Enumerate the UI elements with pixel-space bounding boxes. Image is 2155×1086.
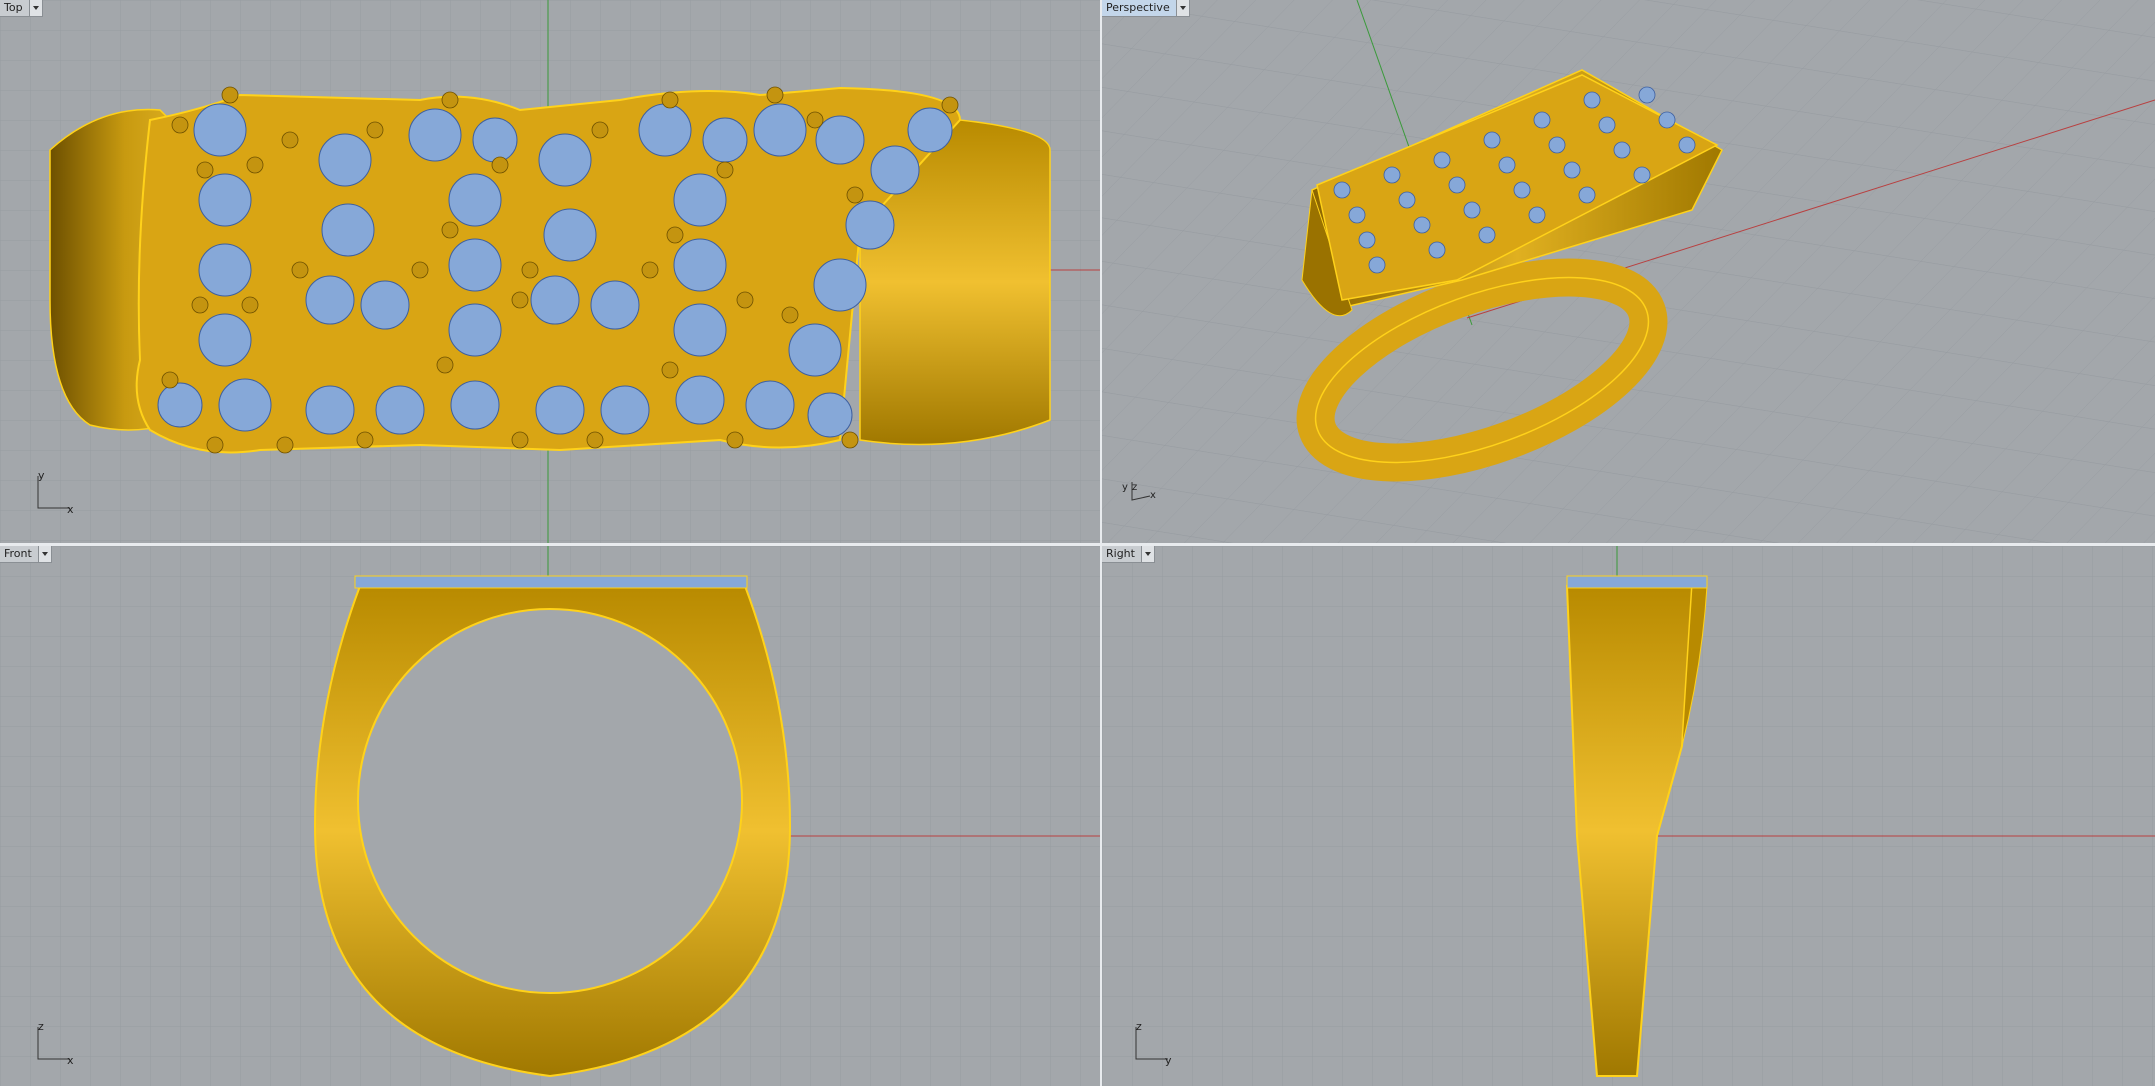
- viewport-right[interactable]: Right z y: [1102, 546, 2155, 1086]
- chevron-down-icon[interactable]: [37, 546, 51, 562]
- axis-label-x: x: [67, 1054, 74, 1066]
- viewport-right-label[interactable]: Right: [1102, 546, 1155, 563]
- viewport-perspective[interactable]: Perspective y z x: [1102, 0, 2155, 543]
- viewport-top-title: Top: [4, 1, 23, 14]
- axis-gizmo-top: y x: [37, 470, 74, 515]
- chevron-down-icon[interactable]: [1175, 0, 1189, 16]
- viewport-front[interactable]: Front z x: [0, 546, 1100, 1086]
- axis-label-y: y: [1165, 1054, 1172, 1066]
- axis-label-z: z: [38, 1021, 44, 1033]
- perspective-view-scene: [1102, 0, 2155, 543]
- axis-label-x: x: [1150, 490, 1156, 501]
- chevron-down-icon[interactable]: [28, 0, 42, 16]
- axis-label-x: x: [67, 503, 74, 515]
- axis-gizmo-front: z x: [37, 1021, 74, 1066]
- axis-gizmo-right: z y: [1135, 1021, 1172, 1066]
- viewport-front-label[interactable]: Front: [0, 546, 52, 563]
- top-view-scene: [0, 0, 1100, 543]
- viewport-top[interactable]: Top y x: [0, 0, 1100, 543]
- viewport-right-title: Right: [1106, 547, 1135, 560]
- axis-label-y: y: [38, 470, 45, 482]
- viewport-perspective-title: Perspective: [1106, 1, 1170, 14]
- viewport-perspective-label[interactable]: Perspective: [1102, 0, 1190, 17]
- front-view-scene: [0, 546, 1100, 1086]
- axis-label-y: y: [1122, 482, 1128, 493]
- axis-gizmo-perspective: y z x: [1122, 482, 1156, 501]
- viewport-top-label[interactable]: Top: [0, 0, 43, 17]
- axis-label-z: z: [1136, 1021, 1142, 1033]
- right-view-scene: [1102, 546, 2155, 1086]
- axis-label-z: z: [1132, 482, 1137, 493]
- chevron-down-icon[interactable]: [1140, 546, 1154, 562]
- viewport-front-title: Front: [4, 547, 32, 560]
